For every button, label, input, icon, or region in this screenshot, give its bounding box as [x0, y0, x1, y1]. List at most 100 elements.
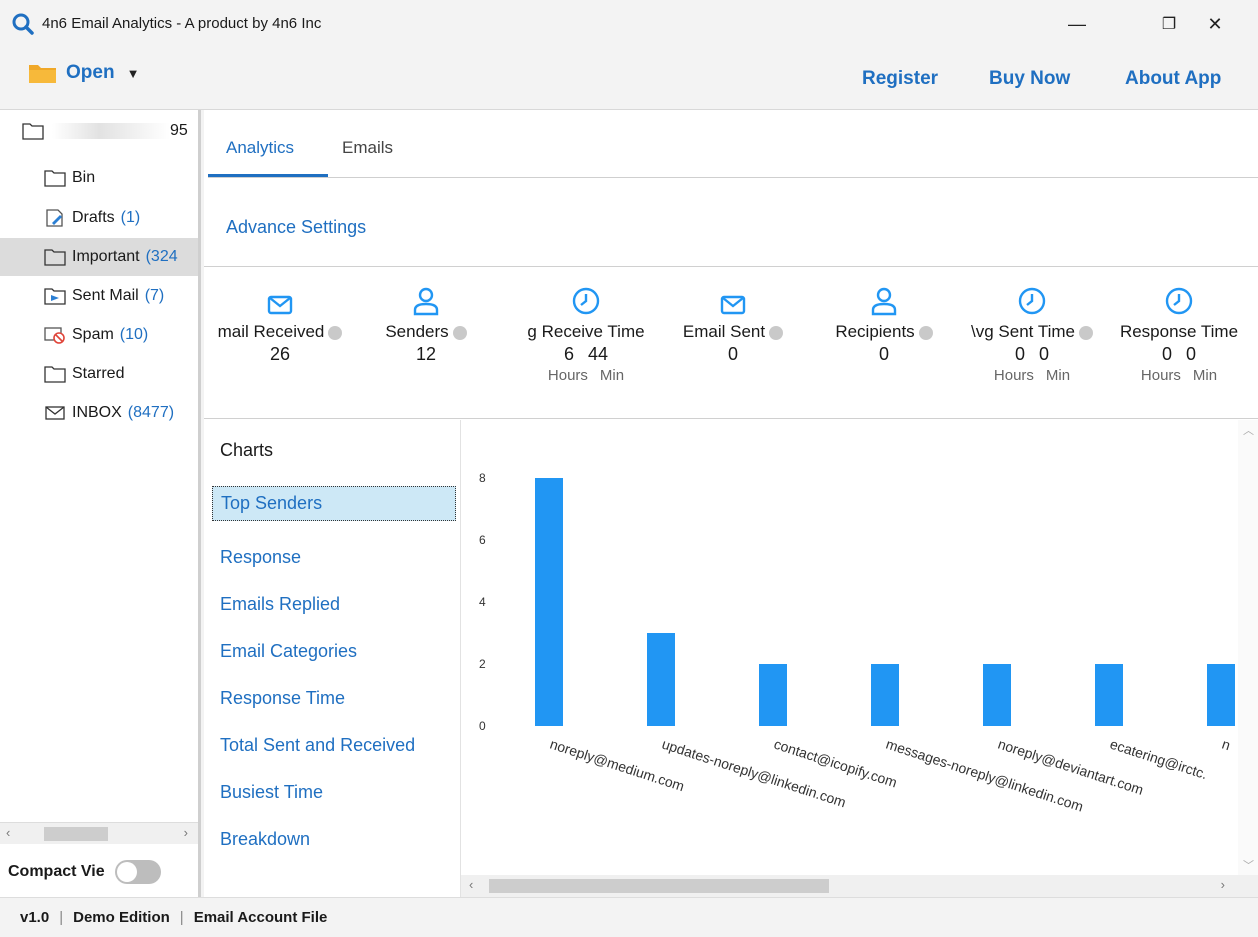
chart-bar[interactable] [535, 478, 563, 726]
stat-value: 0 [878, 344, 889, 364]
restore-icon: ❐ [1161, 16, 1177, 33]
restore-button[interactable]: ❐ [1146, 6, 1192, 42]
scroll-left-icon[interactable]: ‹ [6, 825, 10, 840]
chart-bar[interactable] [871, 664, 899, 726]
info-icon[interactable] [918, 325, 933, 340]
chart-bar[interactable] [647, 633, 675, 726]
mins-unit: Min [599, 367, 625, 384]
info-icon[interactable] [452, 325, 467, 340]
chart-bar[interactable] [1207, 664, 1235, 726]
info-icon[interactable] [328, 325, 343, 340]
stat-hours-value: 0 [1161, 344, 1172, 364]
scroll-right-icon[interactable]: › [184, 825, 188, 840]
folder-sent-mail[interactable]: Sent Mail (7) [44, 277, 198, 315]
person-icon [413, 287, 439, 316]
chart-link-emails-replied[interactable]: Emails Replied [220, 594, 340, 615]
advance-settings-link[interactable]: Advance Settings [226, 217, 366, 238]
chart-link-top-senders[interactable]: Top Senders [212, 486, 456, 521]
compact-view-control: Compact Vie [8, 860, 161, 884]
folder-icon [22, 123, 44, 140]
folder-drafts[interactable]: Drafts (1) [44, 199, 198, 237]
window-title: 4n6 Email Analytics - A product by 4n6 I… [42, 15, 322, 32]
redacted-account-name [52, 123, 170, 139]
chart-bar[interactable] [759, 664, 787, 726]
chart-link-response-time[interactable]: Response Time [220, 688, 345, 709]
clock-icon [572, 287, 600, 315]
info-icon[interactable] [1078, 325, 1093, 340]
chevron-down-icon: ▼ [126, 65, 140, 81]
folder-open-icon [29, 65, 56, 83]
chart-link-total-sent-received[interactable]: Total Sent and Received [220, 735, 415, 756]
stat-label: Recipients [835, 322, 915, 341]
chart-vertical-scrollbar[interactable]: ︿ ﹀ [1238, 420, 1258, 875]
version-label: v1.0 [20, 909, 50, 926]
folder-spam[interactable]: Spam (10) [44, 316, 198, 354]
folder-label: Sent Mail [72, 287, 139, 304]
buy-now-link[interactable]: Buy Now [989, 68, 1070, 90]
x-tick-label: messages-noreply@linkedin.com [884, 736, 1085, 815]
close-button[interactable]: ✕ [1192, 6, 1238, 42]
separator: | [59, 909, 64, 926]
chart-link-response[interactable]: Response [220, 547, 301, 568]
minimize-button[interactable]: — [1054, 6, 1100, 42]
account-root-item[interactable]: 95 [22, 122, 188, 140]
stat-email-received: mail Received 26 [204, 280, 360, 365]
folder-tree: 95 Bin Drafts (1) Important (324 Sent Ma… [0, 110, 201, 897]
folder-label: Drafts [72, 209, 115, 226]
stat-mins-value: 0 [1039, 344, 1050, 364]
register-link[interactable]: Register [862, 68, 938, 90]
tab-analytics[interactable]: Analytics [226, 138, 294, 158]
scrollbar-thumb[interactable] [489, 879, 829, 893]
y-tick-label: 2 [479, 657, 486, 671]
stat-value: 26 [269, 344, 291, 364]
clock-icon [1165, 287, 1193, 315]
stat-response-time: Response Time 00 Hours Min [1099, 280, 1258, 384]
y-tick-label: 0 [479, 719, 486, 733]
title-bar: 4n6 Email Analytics - A product by 4n6 I… [0, 0, 1258, 48]
envelope-icon [267, 295, 293, 315]
chart-horizontal-scrollbar[interactable]: ‹ › [461, 875, 1258, 897]
folder-starred[interactable]: Starred [44, 355, 198, 393]
sidebar-horizontal-scrollbar[interactable]: ‹ › [0, 822, 198, 844]
stat-value: 12 [415, 344, 437, 364]
scroll-right-icon[interactable]: › [1221, 877, 1225, 892]
stat-avg-receive-time: g Receive Time 6 44 Hours Min [506, 280, 666, 384]
scrollbar-thumb[interactable] [44, 827, 108, 841]
y-tick-label: 4 [479, 595, 486, 609]
stat-label: Senders [385, 322, 449, 341]
stat-email-sent: Email Sent 0 [653, 280, 813, 365]
open-label: Open [66, 62, 115, 83]
clock-icon [1018, 287, 1046, 315]
stat-hours-value: 6 [563, 344, 574, 364]
folder-important[interactable]: Important (324 [0, 238, 198, 276]
stat-senders: Senders 12 [346, 280, 506, 365]
tab-emails[interactable]: Emails [342, 138, 393, 158]
stat-mins-value: 44 [587, 344, 609, 364]
top-senders-chart: 02468noreply@medium.comupdates-noreply@l… [479, 471, 1235, 815]
folder-bin[interactable]: Bin [44, 159, 198, 197]
envelope-icon [720, 295, 746, 315]
chart-bar[interactable] [1095, 664, 1123, 726]
info-icon[interactable] [769, 325, 784, 340]
chart-bar[interactable] [983, 664, 1011, 726]
close-icon: ✕ [1207, 13, 1223, 34]
chart-link-email-categories[interactable]: Email Categories [220, 641, 357, 662]
compact-view-toggle[interactable] [114, 860, 161, 884]
stat-value: 0 [727, 344, 738, 364]
minimize-icon: — [1068, 13, 1086, 34]
hours-unit: Hours [993, 367, 1034, 384]
scroll-left-icon[interactable]: ‹ [469, 877, 473, 892]
chart-link-breakdown[interactable]: Breakdown [220, 829, 310, 850]
about-app-link[interactable]: About App [1125, 68, 1221, 90]
chart-link-busiest-time[interactable]: Busiest Time [220, 782, 323, 803]
folder-label: Bin [72, 169, 96, 186]
mins-unit: Min [1045, 367, 1071, 384]
folder-count: (7) [144, 287, 165, 304]
divider [204, 418, 1258, 419]
scroll-up-icon[interactable]: ︿ [1243, 422, 1254, 438]
main-panel: Analytics Emails Advance Settings mail R… [204, 110, 1258, 897]
folder-icon [44, 170, 66, 187]
folder-inbox[interactable]: INBOX (8477) [44, 394, 198, 432]
open-button[interactable]: Open ▼ [28, 62, 139, 84]
scroll-down-icon[interactable]: ﹀ [1243, 857, 1254, 873]
